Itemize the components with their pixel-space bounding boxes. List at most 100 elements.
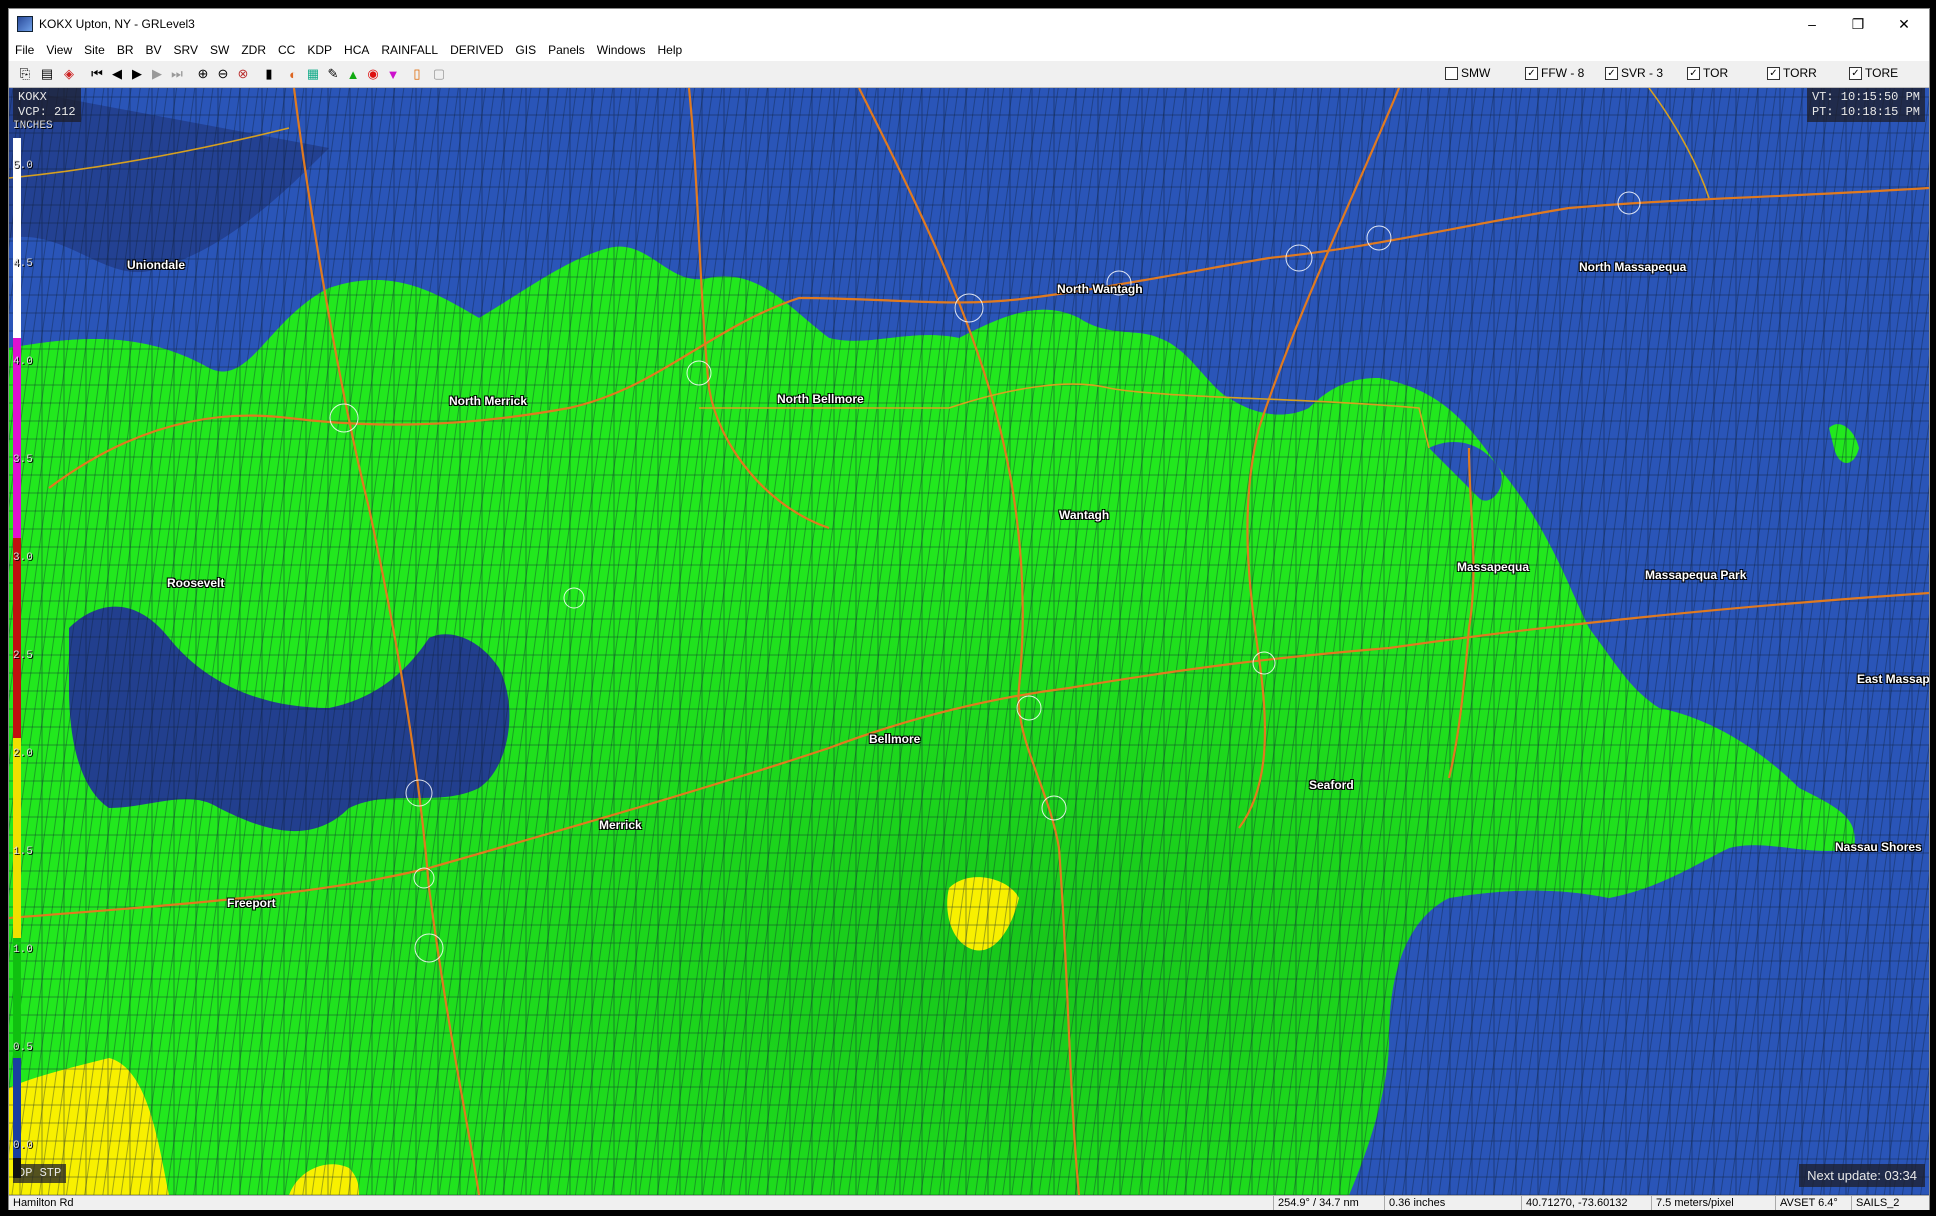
city-label: North Merrick <box>449 394 528 408</box>
layers-icon[interactable]: ▦ <box>303 64 323 84</box>
volume-time: VT: 10:15:50 PM <box>1811 90 1920 104</box>
palette-icon[interactable]: ◈ <box>59 64 79 84</box>
road-name: Hamilton Rd <box>13 1197 74 1209</box>
menu-gis[interactable]: GIS <box>509 43 542 57</box>
warning-toggle-tor[interactable]: ✓ TOR <box>1687 66 1728 80</box>
menu-br[interactable]: BR <box>111 43 140 57</box>
warning-toggle-smw[interactable]: SMW <box>1445 66 1490 80</box>
storm-track-icon[interactable]: ◐ <box>283 64 303 84</box>
radar-map[interactable]: KOKX VCP: 212 VT: 10:15:50 PM PT: 10:18:… <box>9 88 1929 1195</box>
triangle-icon[interactable]: ▲ <box>343 64 363 84</box>
city-label: Freeport <box>227 896 276 910</box>
sails-mode: SAILS_2 <box>1851 1196 1916 1210</box>
step-back-icon[interactable]: ◀ <box>107 64 127 84</box>
zoom-in-icon[interactable]: ⊕ <box>193 64 213 84</box>
checkbox-icon <box>1445 66 1458 80</box>
measure-icon[interactable]: ✎ <box>323 64 343 84</box>
blank-icon[interactable]: ▢ <box>429 64 449 84</box>
zoom-out-icon[interactable]: ⊖ <box>213 64 233 84</box>
menu-zdr[interactable]: ZDR <box>235 43 272 57</box>
menu-windows[interactable]: Windows <box>591 43 652 57</box>
menu-file[interactable]: File <box>9 43 40 57</box>
menu-cc[interactable]: CC <box>272 43 301 57</box>
checkmark-icon: ✓ <box>1525 66 1538 80</box>
scale-tick: 1.5 <box>13 846 33 858</box>
city-label: Merrick <box>599 818 642 832</box>
menu-view[interactable]: View <box>40 43 78 57</box>
play-icon[interactable]: ▶ <box>127 64 147 84</box>
scale-band-yellow <box>13 738 21 938</box>
close-button[interactable]: ✕ <box>1881 9 1927 39</box>
city-label: Bellmore <box>869 732 921 746</box>
city-label: Seaford <box>1309 778 1354 792</box>
city-label: Uniondale <box>127 258 186 272</box>
title-bar[interactable]: KOKX Upton, NY - GRLevel3 – ❐ ✕ <box>9 9 1929 39</box>
site-info-panel: KOKX VCP: 212 <box>13 88 81 122</box>
maximize-button[interactable]: ❐ <box>1835 9 1881 39</box>
toolbar: ⎘ ▤ ◈ ⏮ ◀ ▶ ▶ ⏭ ⊕ ⊖ ⊗ ▮ ◐ ▦ ✎ ▲ ◉ ▼ ▯ ▢ … <box>9 61 1929 88</box>
scale-tick: 5.0 <box>13 160 33 172</box>
last-frame-icon[interactable]: ⏭ <box>167 64 187 84</box>
radar-overlay <box>9 88 1929 1195</box>
window-title: KOKX Upton, NY - GRLevel3 <box>39 17 195 31</box>
city-label: Nassau Shores <box>1835 840 1922 854</box>
app-window: KOKX Upton, NY - GRLevel3 – ❐ ✕ File Vie… <box>8 8 1930 1210</box>
scale-tick: 1.0 <box>13 944 33 956</box>
city-label: East Massape <box>1857 672 1929 686</box>
scale-tick: 3.5 <box>13 454 33 466</box>
menu-kdp[interactable]: KDP <box>301 43 338 57</box>
scale-tick: 2.0 <box>13 748 33 760</box>
scale-tick: 0.0 <box>13 1140 33 1152</box>
pixel-value: 0.36 inches <box>1384 1196 1469 1210</box>
menu-derived[interactable]: DERIVED <box>444 43 509 57</box>
warning-toggle-svr[interactable]: ✓ SVR - 3 <box>1605 66 1663 80</box>
city-label: Massapequa <box>1457 560 1530 574</box>
cursor-icon[interactable]: ▮ <box>259 64 279 84</box>
menu-sw[interactable]: SW <box>204 43 235 57</box>
meso-icon[interactable]: ▼ <box>383 64 403 84</box>
target-icon[interactable]: ◉ <box>363 64 383 84</box>
warning-toggle-torr[interactable]: ✓ TORR <box>1767 66 1817 80</box>
menu-site[interactable]: Site <box>78 43 111 57</box>
menu-help[interactable]: Help <box>651 43 688 57</box>
map-resolution: 7.5 meters/pixel <box>1651 1196 1766 1210</box>
scale-units: INCHES <box>13 120 53 132</box>
city-label: North Bellmore <box>777 392 864 406</box>
scale-band-green <box>13 938 21 1058</box>
menu-bar: File View Site BR BV SRV SW ZDR CC KDP H… <box>9 39 1929 61</box>
menu-panels[interactable]: Panels <box>542 43 591 57</box>
scale-tick: 4.0 <box>13 356 33 368</box>
menu-rainfall[interactable]: RAINFALL <box>375 43 444 57</box>
street-grid-secondary <box>9 88 1929 1195</box>
warning-toggle-ffw[interactable]: ✓ FFW - 8 <box>1525 66 1584 80</box>
checkmark-icon: ✓ <box>1687 66 1700 80</box>
status-bar: Hamilton Rd 254.9° / 34.7 nm 0.36 inches… <box>9 1195 1929 1210</box>
copy-icon[interactable]: ⎘ <box>15 64 35 84</box>
step-forward-icon[interactable]: ▶ <box>147 64 167 84</box>
scale-band-magenta <box>13 338 21 538</box>
site-id: KOKX <box>18 90 47 104</box>
first-frame-icon[interactable]: ⏮ <box>87 64 107 84</box>
scale-band-black <box>13 1158 21 1178</box>
scale-tick: 0.5 <box>13 1042 33 1054</box>
paste-icon[interactable]: ▤ <box>37 64 57 84</box>
azimuth-range: 254.9° / 34.7 nm <box>1273 1196 1384 1210</box>
zoom-reset-icon[interactable]: ⊗ <box>233 64 253 84</box>
app-icon <box>17 16 33 32</box>
menu-hca[interactable]: HCA <box>338 43 375 57</box>
color-table-icon[interactable]: ▯ <box>407 64 427 84</box>
menu-bv[interactable]: BV <box>140 43 168 57</box>
time-info-panel: VT: 10:15:50 PM PT: 10:18:15 PM <box>1806 88 1925 122</box>
warning-toggle-tore[interactable]: ✓ TORE <box>1849 66 1898 80</box>
city-label: North Wantagh <box>1057 282 1143 296</box>
city-label: Wantagh <box>1059 508 1110 522</box>
city-label: North Massapequa <box>1579 260 1687 274</box>
checkmark-icon: ✓ <box>1767 66 1780 80</box>
next-update-label: Next update: 03:34 <box>1799 1164 1925 1187</box>
checkmark-icon: ✓ <box>1605 66 1618 80</box>
scale-tick: 3.0 <box>13 552 33 564</box>
city-label: Roosevelt <box>167 576 225 590</box>
minimize-button[interactable]: – <box>1789 9 1835 39</box>
menu-srv[interactable]: SRV <box>168 43 204 57</box>
checkmark-icon: ✓ <box>1849 66 1862 80</box>
